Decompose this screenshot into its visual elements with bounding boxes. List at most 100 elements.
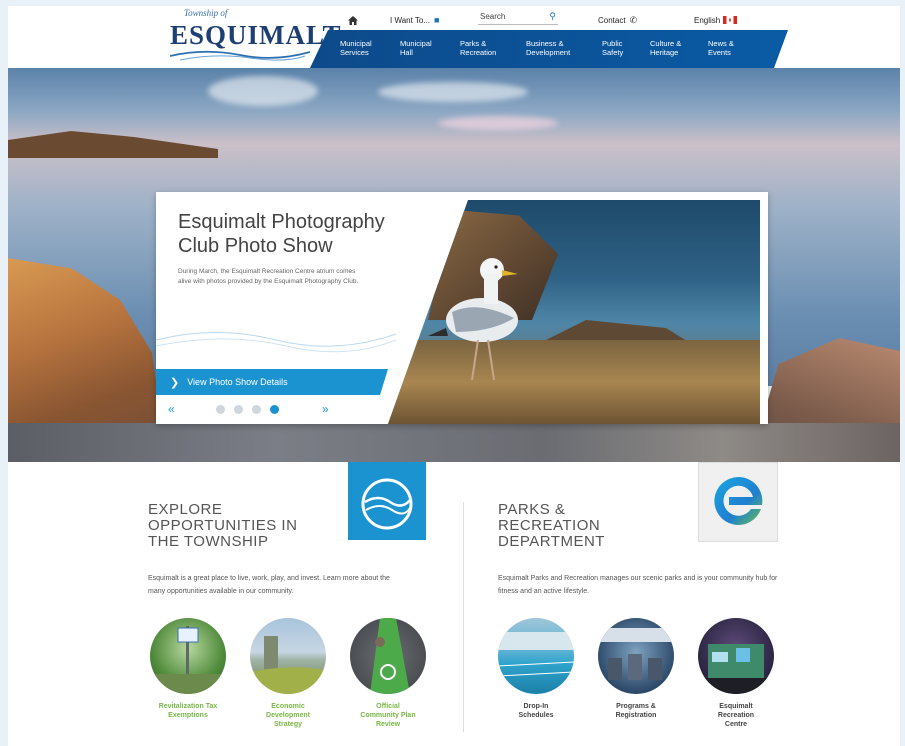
explore-description: Esquimalt is a great place to live, work… xyxy=(148,575,390,595)
link-label: Drop-In xyxy=(523,703,549,710)
pool-icon xyxy=(498,632,574,677)
nav-label: Culture & xyxy=(650,39,682,48)
logo-wave-icon xyxy=(170,50,310,61)
nav-label: Municipal xyxy=(400,39,432,48)
nav-label: Public xyxy=(602,39,623,48)
economic-development-link[interactable]: Economic Development Strategy xyxy=(238,702,338,729)
link-label: Community Plan xyxy=(360,712,416,719)
seagull-image xyxy=(428,258,518,381)
link-label: Esquimalt xyxy=(719,703,753,710)
nav-label: Parks & xyxy=(460,39,487,48)
nav-business-development[interactable]: Business & Development xyxy=(526,39,570,57)
shoreline-icon xyxy=(250,636,326,694)
hero-sky xyxy=(8,68,900,148)
link-label: Programs & xyxy=(616,703,656,710)
nav-news-events[interactable]: News & Events xyxy=(708,39,734,57)
e-logo-icon xyxy=(714,476,763,525)
contact-label: Contact xyxy=(598,15,626,25)
home-icon[interactable] xyxy=(348,12,358,28)
search-icon[interactable]: ⚲ xyxy=(549,11,556,22)
nav-parks-recreation[interactable]: Parks & Recreation xyxy=(460,39,496,57)
nav-label: Events xyxy=(708,48,731,57)
cloud xyxy=(378,82,528,102)
phone-icon: ✆ xyxy=(629,14,638,25)
logo-subtitle: Township of xyxy=(184,8,228,18)
nav-label: Municipal xyxy=(340,39,372,48)
nav-label: Business & xyxy=(526,39,564,48)
nav-label: Hall xyxy=(400,48,413,57)
nav-label: Safety xyxy=(602,48,624,57)
title-line: RECREATION xyxy=(498,517,601,534)
cloud xyxy=(438,116,558,130)
tax-exemptions-link[interactable]: Revitalization Tax Exemptions xyxy=(138,702,238,720)
i-want-to-label: I Want To... xyxy=(390,15,431,25)
language-label: English xyxy=(694,15,721,25)
title-line: OPPORTUNITIES IN xyxy=(148,517,298,534)
nav-municipal-hall[interactable]: Municipal Hall xyxy=(400,39,432,57)
link-label: Review xyxy=(375,721,401,728)
square-icon: ■ xyxy=(434,15,440,25)
link-label: Revitalization Tax xyxy=(158,703,218,710)
slide-card: Esquimalt Photography Club Photo Show Du… xyxy=(156,192,768,424)
cta-label: View Photo Show Details xyxy=(187,377,288,387)
title-line: DEPARTMENT xyxy=(498,533,605,550)
link-label: Official xyxy=(376,703,400,710)
programs-registration-link[interactable]: Programs & Registration xyxy=(586,702,686,720)
nav-municipal-services[interactable]: Municipal Services xyxy=(340,39,372,57)
esquimalt-logo[interactable]: Township of ESQUIMALT xyxy=(170,6,341,66)
drop-in-schedules-image[interactable] xyxy=(498,618,574,694)
slide-dot-1[interactable] xyxy=(216,405,225,414)
link-label: Exemptions xyxy=(168,712,208,719)
street-sign-icon xyxy=(150,626,226,694)
gym-icon xyxy=(598,628,674,680)
parks-title: PARKS & RECREATION DEPARTMENT xyxy=(498,502,605,550)
link-label: Recreation xyxy=(717,712,755,719)
community-plan-image[interactable] xyxy=(350,618,426,694)
slide-dot-2[interactable] xyxy=(234,405,243,414)
swoosh-decoration xyxy=(156,332,396,353)
title-line: THE TOWNSHIP xyxy=(148,533,269,550)
recreation-centre-link[interactable]: Esquimalt Recreation Centre xyxy=(686,702,786,729)
next-slide-icon[interactable]: » xyxy=(322,402,329,416)
link-label: Schedules xyxy=(518,712,554,719)
link-label: Centre xyxy=(724,721,748,728)
recreation-e-badge xyxy=(698,462,778,542)
chevron-right-icon: ❯ xyxy=(170,376,180,389)
search-input[interactable]: Search ⚲ xyxy=(478,10,558,25)
drop-in-schedules-link[interactable]: Drop-In Schedules xyxy=(486,702,586,720)
feature-section: EXPLORE OPPORTUNITIES IN THE TOWNSHIP Es… xyxy=(8,462,900,746)
building-icon xyxy=(698,644,774,694)
contact-menu[interactable]: Contact ✆ xyxy=(598,12,637,28)
nav-label: Recreation xyxy=(460,48,497,57)
slide-dot-4[interactable] xyxy=(270,405,279,414)
programs-registration-image[interactable] xyxy=(598,618,674,694)
main-navigation: Municipal Services Municipal Hall Parks & R… xyxy=(310,30,788,68)
wave-circle-icon xyxy=(361,478,413,530)
link-label: Development xyxy=(266,712,310,719)
search-placeholder: Search xyxy=(480,12,506,21)
cloud xyxy=(208,76,318,106)
nav-label: Services xyxy=(340,48,369,57)
view-photo-show-button[interactable]: ❯ View Photo Show Details xyxy=(156,369,388,395)
explore-title: EXPLORE OPPORTUNITIES IN THE TOWNSHIP xyxy=(148,502,297,550)
economic-development-image[interactable] xyxy=(250,618,326,694)
nav-label: Development xyxy=(526,48,571,57)
language-selector[interactable]: English xyxy=(694,12,738,28)
slide-dot-3[interactable] xyxy=(252,405,261,414)
slide-pager: « » xyxy=(156,402,356,416)
link-label: Strategy xyxy=(273,721,302,728)
i-want-to-menu[interactable]: I Want To... ■ xyxy=(390,12,439,28)
tax-exemptions-image[interactable] xyxy=(150,618,226,694)
nav-culture-heritage[interactable]: Culture & Heritage xyxy=(650,39,681,57)
hero-rocks-bottom xyxy=(8,423,900,462)
nav-label: Heritage xyxy=(650,48,679,57)
title-line: EXPLORE xyxy=(148,501,223,518)
slide-title: Esquimalt Photography Club Photo Show xyxy=(178,211,385,257)
site-header: Township of ESQUIMALT I Want To... ■ Sea… xyxy=(8,6,900,68)
nav-public-safety[interactable]: Public Safety xyxy=(602,39,623,57)
community-plan-link[interactable]: Official Community Plan Review xyxy=(338,702,438,729)
prev-slide-icon[interactable]: « xyxy=(168,402,175,416)
nav-label: News & xyxy=(708,39,734,48)
hero-banner: Esquimalt Photography Club Photo Show Du… xyxy=(8,68,900,462)
recreation-centre-image[interactable] xyxy=(698,618,774,694)
